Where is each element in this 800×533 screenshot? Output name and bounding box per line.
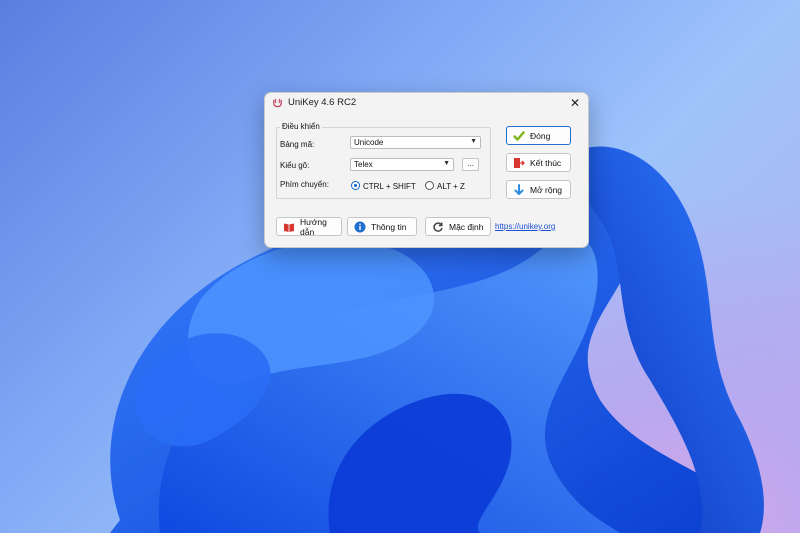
unikey-window: UniKey 4.6 RC2 ✕ Điều khiển Bảng mã: Uni… — [264, 92, 589, 248]
reset-icon — [433, 221, 443, 232]
window-title: UniKey 4.6 RC2 — [288, 97, 357, 108]
radio-ctrl-shift-label[interactable]: CTRL + SHIFT — [363, 182, 416, 191]
info-button[interactable]: Thông tin — [347, 217, 417, 236]
radio-alt-z[interactable] — [425, 181, 434, 190]
info-button-label: Thông tin — [371, 221, 407, 232]
radio-ctrl-shift[interactable] — [351, 181, 360, 190]
radio-alt-z-label[interactable]: ALT + Z — [437, 182, 465, 191]
input-method-options-button[interactable]: ... — [462, 158, 479, 171]
chevron-down-icon: ▼ — [470, 138, 477, 145]
title-bar[interactable]: UniKey 4.6 RC2 ✕ — [265, 93, 588, 113]
input-method-value: Telex — [354, 160, 373, 169]
chevron-down-icon: ▼ — [443, 160, 450, 167]
charset-select[interactable]: Unicode ▼ — [350, 136, 481, 149]
expand-button-label: Mở rộng — [530, 184, 563, 195]
close-button-label: Đóng — [530, 130, 551, 141]
input-method-select[interactable]: Telex ▼ — [350, 158, 454, 171]
default-button[interactable]: Mặc định — [425, 217, 491, 236]
charset-value: Unicode — [354, 138, 384, 147]
close-button[interactable]: Đóng — [506, 126, 571, 145]
unikey-logo-icon — [273, 98, 282, 108]
desktop-wallpaper — [110, 146, 764, 533]
exit-button[interactable]: Kết thúc — [506, 153, 571, 172]
charset-label: Bảng mã: — [280, 140, 315, 149]
exit-door-icon — [514, 157, 525, 168]
exit-button-label: Kết thúc — [530, 157, 562, 168]
guide-button[interactable]: Hướng dẫn — [276, 216, 342, 237]
guide-button-label: Hướng dẫn — [300, 216, 327, 237]
info-icon — [354, 221, 366, 232]
input-method-label: Kiểu gõ: — [280, 161, 310, 170]
book-icon — [284, 223, 294, 232]
website-link[interactable]: https://unikey.org — [495, 222, 555, 231]
checkmark-icon — [513, 130, 525, 141]
arrow-down-icon — [514, 183, 524, 195]
default-button-label: Mặc định — [449, 221, 484, 232]
expand-button[interactable]: Mở rộng — [506, 180, 571, 199]
switch-key-label: Phím chuyển: — [280, 180, 329, 189]
control-group-title: Điều khiển — [280, 122, 322, 131]
window-close-button[interactable]: ✕ — [562, 93, 588, 113]
close-icon: ✕ — [569, 96, 581, 110]
